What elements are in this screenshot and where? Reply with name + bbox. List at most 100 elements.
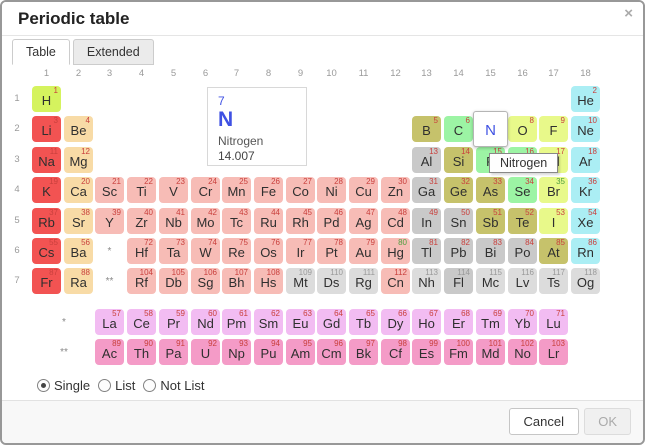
tab-table[interactable]: Table [12,39,70,65]
element-cell-Bi[interactable]: Bi83 [476,238,505,264]
element-cell-Og[interactable]: Og118 [571,268,600,294]
element-cell-Ga[interactable]: Ga31 [412,177,441,203]
element-cell-H[interactable]: H1 [32,86,61,112]
element-cell-V[interactable]: V23 [159,177,188,203]
element-cell-Ti[interactable]: Ti22 [127,177,156,203]
element-cell-As[interactable]: As33 [476,177,505,203]
element-cell-Nb[interactable]: Nb41 [159,208,188,234]
element-cell-Sc[interactable]: Sc21 [95,177,124,203]
element-cell-No[interactable]: No102 [508,339,537,365]
element-cell-Yb[interactable]: Yb70 [508,309,537,335]
element-cell-Si[interactable]: Si14 [444,147,473,173]
element-cell-Es[interactable]: Es99 [412,339,441,365]
element-cell-Rb[interactable]: Rb37 [32,208,61,234]
element-cell-Ne[interactable]: Ne10 [571,116,600,142]
element-cell-Zr[interactable]: Zr40 [127,208,156,234]
radio-single-icon[interactable] [37,379,50,392]
element-cell-Tl[interactable]: Tl81 [412,238,441,264]
element-cell-Cr[interactable]: Cr24 [191,177,220,203]
element-cell-Tm[interactable]: Tm69 [476,309,505,335]
element-cell-Rg[interactable]: Rg111 [349,268,378,294]
element-cell-Re[interactable]: Re75 [222,238,251,264]
element-cell-Cd[interactable]: Cd48 [381,208,410,234]
element-cell-Sg[interactable]: Sg106 [191,268,220,294]
element-cell-Hg[interactable]: Hg80 [381,238,410,264]
element-cell-Lr[interactable]: Lr103 [539,339,568,365]
element-cell-Cu[interactable]: Cu29 [349,177,378,203]
element-cell-Rf[interactable]: Rf104 [127,268,156,294]
element-cell-Ba[interactable]: Ba56 [64,238,93,264]
element-cell-N[interactable]: N [473,111,508,147]
element-cell-Rn[interactable]: Rn86 [571,238,600,264]
radio-not-list-icon[interactable] [143,379,156,392]
element-cell-B[interactable]: B5 [412,116,441,142]
element-cell-Hf[interactable]: Hf72 [127,238,156,264]
element-cell-Lu[interactable]: Lu71 [539,309,568,335]
element-cell-Ir[interactable]: Ir77 [286,238,315,264]
element-cell-Ca[interactable]: Ca20 [64,177,93,203]
element-cell-Ds[interactable]: Ds110 [317,268,346,294]
element-cell-Pb[interactable]: Pb82 [444,238,473,264]
element-cell-Bk[interactable]: Bk97 [349,339,378,365]
element-cell-Gd[interactable]: Gd64 [317,309,346,335]
element-cell-Ni[interactable]: Ni28 [317,177,346,203]
element-cell-Ge[interactable]: Ge32 [444,177,473,203]
radio-list-icon[interactable] [98,379,111,392]
element-cell-Mo[interactable]: Mo42 [191,208,220,234]
element-cell-Mt[interactable]: Mt109 [286,268,315,294]
element-cell-Y[interactable]: Y39 [95,208,124,234]
element-cell-Cs[interactable]: Cs55 [32,238,61,264]
element-cell-He[interactable]: He2 [571,86,600,112]
element-cell-Ta[interactable]: Ta73 [159,238,188,264]
element-cell-Lv[interactable]: Lv116 [508,268,537,294]
element-cell-Te[interactable]: Te52 [508,208,537,234]
element-cell-Tc[interactable]: Tc43 [222,208,251,234]
element-cell-Eu[interactable]: Eu63 [286,309,315,335]
element-cell-Pa[interactable]: Pa91 [159,339,188,365]
element-cell-Pt[interactable]: Pt78 [317,238,346,264]
element-cell-Mg[interactable]: Mg12 [64,147,93,173]
element-cell-In[interactable]: In49 [412,208,441,234]
element-cell-Db[interactable]: Db105 [159,268,188,294]
element-cell-Kr[interactable]: Kr36 [571,177,600,203]
element-cell-Se[interactable]: Se34 [508,177,537,203]
element-cell-Ts[interactable]: Ts117 [539,268,568,294]
element-cell-Ag[interactable]: Ag47 [349,208,378,234]
element-cell-Co[interactable]: Co27 [286,177,315,203]
element-cell-Fm[interactable]: Fm100 [444,339,473,365]
element-cell-Bh[interactable]: Bh107 [222,268,251,294]
element-cell-Na[interactable]: Na11 [32,147,61,173]
element-cell-Sb[interactable]: Sb51 [476,208,505,234]
element-cell-Ac[interactable]: Ac89 [95,339,124,365]
element-cell-Pr[interactable]: Pr59 [159,309,188,335]
element-cell-Pm[interactable]: Pm61 [222,309,251,335]
element-cell-Fl[interactable]: Fl114 [444,268,473,294]
element-cell-Cn[interactable]: Cn112 [381,268,410,294]
element-cell-Cm[interactable]: Cm96 [317,339,346,365]
element-cell-Br[interactable]: Br35 [539,177,568,203]
element-cell-Sn[interactable]: Sn50 [444,208,473,234]
cancel-button[interactable]: Cancel [509,408,579,435]
element-cell-Hs[interactable]: Hs108 [254,268,283,294]
element-cell-Mn[interactable]: Mn25 [222,177,251,203]
element-cell-Rh[interactable]: Rh45 [286,208,315,234]
element-cell-Zn[interactable]: Zn30 [381,177,410,203]
element-cell-Sm[interactable]: Sm62 [254,309,283,335]
element-cell-Cf[interactable]: Cf98 [381,339,410,365]
radio-list[interactable]: List [98,378,135,393]
element-cell-Nd[interactable]: Nd60 [191,309,220,335]
element-cell-Pu[interactable]: Pu94 [254,339,283,365]
element-cell-Er[interactable]: Er68 [444,309,473,335]
element-cell-Al[interactable]: Al13 [412,147,441,173]
element-cell-Th[interactable]: Th90 [127,339,156,365]
element-cell-Ar[interactable]: Ar18 [571,147,600,173]
element-cell-Am[interactable]: Am95 [286,339,315,365]
ok-button[interactable]: OK [584,408,631,435]
element-cell-Ru[interactable]: Ru44 [254,208,283,234]
element-cell-Np[interactable]: Np93 [222,339,251,365]
element-cell-C[interactable]: C6 [444,116,473,142]
element-cell-W[interactable]: W74 [191,238,220,264]
element-cell-Ho[interactable]: Ho67 [412,309,441,335]
element-cell-K[interactable]: K19 [32,177,61,203]
element-cell-O[interactable]: O8 [508,116,537,142]
